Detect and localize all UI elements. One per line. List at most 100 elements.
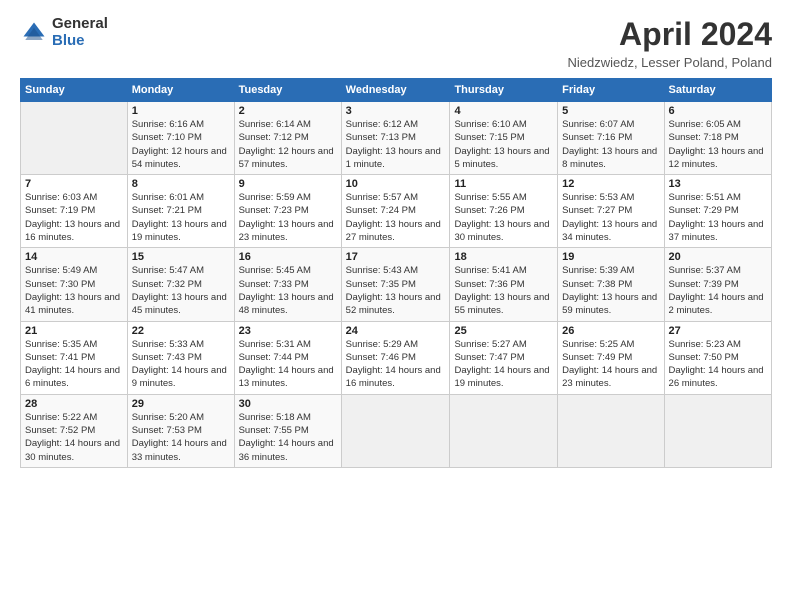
cell-w1-d3: 2 Sunrise: 6:14 AMSunset: 7:12 PMDayligh…: [234, 102, 341, 175]
cell-w2-d2: 8 Sunrise: 6:01 AMSunset: 7:21 PMDayligh…: [127, 175, 234, 248]
cell-w4-d4: 24 Sunrise: 5:29 AMSunset: 7:46 PMDaylig…: [341, 321, 450, 394]
day-info: Sunrise: 5:33 AMSunset: 7:43 PMDaylight:…: [132, 339, 227, 390]
day-info: Sunrise: 5:29 AMSunset: 7:46 PMDaylight:…: [346, 339, 441, 390]
day-info: Sunrise: 5:57 AMSunset: 7:24 PMDaylight:…: [346, 192, 441, 243]
cell-w1-d5: 4 Sunrise: 6:10 AMSunset: 7:15 PMDayligh…: [450, 102, 558, 175]
cell-w3-d3: 16 Sunrise: 5:45 AMSunset: 7:33 PMDaylig…: [234, 248, 341, 321]
day-number: 12: [562, 178, 659, 190]
day-number: 27: [669, 325, 767, 337]
logo-icon: [20, 19, 48, 47]
week-row-5: 28 Sunrise: 5:22 AMSunset: 7:52 PMDaylig…: [21, 394, 772, 467]
cell-w1-d7: 6 Sunrise: 6:05 AMSunset: 7:18 PMDayligh…: [664, 102, 771, 175]
logo-general: General: [52, 16, 108, 33]
day-number: 19: [562, 251, 659, 263]
cell-w5-d6: [558, 394, 664, 467]
logo-text: General Blue: [52, 16, 108, 49]
day-info: Sunrise: 5:23 AMSunset: 7:50 PMDaylight:…: [669, 339, 764, 390]
cell-w2-d3: 9 Sunrise: 5:59 AMSunset: 7:23 PMDayligh…: [234, 175, 341, 248]
day-number: 8: [132, 178, 230, 190]
day-number: 6: [669, 105, 767, 117]
cell-w3-d4: 17 Sunrise: 5:43 AMSunset: 7:35 PMDaylig…: [341, 248, 450, 321]
day-number: 13: [669, 178, 767, 190]
day-number: 30: [239, 398, 337, 410]
header-sunday: Sunday: [21, 79, 128, 102]
day-info: Sunrise: 5:43 AMSunset: 7:35 PMDaylight:…: [346, 265, 441, 316]
cell-w5-d3: 30 Sunrise: 5:18 AMSunset: 7:55 PMDaylig…: [234, 394, 341, 467]
header-monday: Monday: [127, 79, 234, 102]
week-row-4: 21 Sunrise: 5:35 AMSunset: 7:41 PMDaylig…: [21, 321, 772, 394]
day-info: Sunrise: 5:37 AMSunset: 7:39 PMDaylight:…: [669, 265, 764, 316]
header-friday: Friday: [558, 79, 664, 102]
cell-w4-d6: 26 Sunrise: 5:25 AMSunset: 7:49 PMDaylig…: [558, 321, 664, 394]
main-title: April 2024: [567, 16, 772, 53]
day-number: 1: [132, 105, 230, 117]
calendar-table: Sunday Monday Tuesday Wednesday Thursday…: [20, 78, 772, 468]
header: General Blue April 2024 Niedzwiedz, Less…: [20, 16, 772, 70]
cell-w3-d2: 15 Sunrise: 5:47 AMSunset: 7:32 PMDaylig…: [127, 248, 234, 321]
day-info: Sunrise: 5:25 AMSunset: 7:49 PMDaylight:…: [562, 339, 657, 390]
day-number: 16: [239, 251, 337, 263]
logo-blue: Blue: [52, 33, 108, 50]
cell-w4-d1: 21 Sunrise: 5:35 AMSunset: 7:41 PMDaylig…: [21, 321, 128, 394]
cell-w1-d1: [21, 102, 128, 175]
day-info: Sunrise: 6:14 AMSunset: 7:12 PMDaylight:…: [239, 119, 334, 170]
day-info: Sunrise: 5:22 AMSunset: 7:52 PMDaylight:…: [25, 412, 120, 463]
day-info: Sunrise: 5:59 AMSunset: 7:23 PMDaylight:…: [239, 192, 334, 243]
week-row-2: 7 Sunrise: 6:03 AMSunset: 7:19 PMDayligh…: [21, 175, 772, 248]
day-number: 18: [454, 251, 553, 263]
header-tuesday: Tuesday: [234, 79, 341, 102]
day-number: 22: [132, 325, 230, 337]
day-number: 2: [239, 105, 337, 117]
day-number: 25: [454, 325, 553, 337]
day-info: Sunrise: 5:47 AMSunset: 7:32 PMDaylight:…: [132, 265, 227, 316]
calendar-header-row: Sunday Monday Tuesday Wednesday Thursday…: [21, 79, 772, 102]
cell-w4-d3: 23 Sunrise: 5:31 AMSunset: 7:44 PMDaylig…: [234, 321, 341, 394]
cell-w3-d7: 20 Sunrise: 5:37 AMSunset: 7:39 PMDaylig…: [664, 248, 771, 321]
day-info: Sunrise: 5:35 AMSunset: 7:41 PMDaylight:…: [25, 339, 120, 390]
day-info: Sunrise: 6:10 AMSunset: 7:15 PMDaylight:…: [454, 119, 549, 170]
day-number: 29: [132, 398, 230, 410]
day-info: Sunrise: 5:27 AMSunset: 7:47 PMDaylight:…: [454, 339, 549, 390]
day-info: Sunrise: 6:16 AMSunset: 7:10 PMDaylight:…: [132, 119, 227, 170]
cell-w2-d4: 10 Sunrise: 5:57 AMSunset: 7:24 PMDaylig…: [341, 175, 450, 248]
day-number: 26: [562, 325, 659, 337]
cell-w5-d1: 28 Sunrise: 5:22 AMSunset: 7:52 PMDaylig…: [21, 394, 128, 467]
cell-w1-d2: 1 Sunrise: 6:16 AMSunset: 7:10 PMDayligh…: [127, 102, 234, 175]
header-wednesday: Wednesday: [341, 79, 450, 102]
day-number: 5: [562, 105, 659, 117]
cell-w3-d1: 14 Sunrise: 5:49 AMSunset: 7:30 PMDaylig…: [21, 248, 128, 321]
day-number: 3: [346, 105, 446, 117]
subtitle: Niedzwiedz, Lesser Poland, Poland: [567, 55, 772, 70]
day-info: Sunrise: 6:07 AMSunset: 7:16 PMDaylight:…: [562, 119, 657, 170]
day-info: Sunrise: 5:45 AMSunset: 7:33 PMDaylight:…: [239, 265, 334, 316]
day-number: 21: [25, 325, 123, 337]
day-number: 14: [25, 251, 123, 263]
day-info: Sunrise: 6:03 AMSunset: 7:19 PMDaylight:…: [25, 192, 120, 243]
header-saturday: Saturday: [664, 79, 771, 102]
header-thursday: Thursday: [450, 79, 558, 102]
day-info: Sunrise: 5:41 AMSunset: 7:36 PMDaylight:…: [454, 265, 549, 316]
day-info: Sunrise: 5:53 AMSunset: 7:27 PMDaylight:…: [562, 192, 657, 243]
week-row-1: 1 Sunrise: 6:16 AMSunset: 7:10 PMDayligh…: [21, 102, 772, 175]
day-number: 9: [239, 178, 337, 190]
cell-w3-d5: 18 Sunrise: 5:41 AMSunset: 7:36 PMDaylig…: [450, 248, 558, 321]
day-number: 24: [346, 325, 446, 337]
day-number: 17: [346, 251, 446, 263]
cell-w1-d6: 5 Sunrise: 6:07 AMSunset: 7:16 PMDayligh…: [558, 102, 664, 175]
day-info: Sunrise: 5:55 AMSunset: 7:26 PMDaylight:…: [454, 192, 549, 243]
day-number: 10: [346, 178, 446, 190]
cell-w2-d7: 13 Sunrise: 5:51 AMSunset: 7:29 PMDaylig…: [664, 175, 771, 248]
title-block: April 2024 Niedzwiedz, Lesser Poland, Po…: [567, 16, 772, 70]
cell-w1-d4: 3 Sunrise: 6:12 AMSunset: 7:13 PMDayligh…: [341, 102, 450, 175]
day-info: Sunrise: 5:18 AMSunset: 7:55 PMDaylight:…: [239, 412, 334, 463]
day-number: 15: [132, 251, 230, 263]
day-info: Sunrise: 5:51 AMSunset: 7:29 PMDaylight:…: [669, 192, 764, 243]
day-number: 23: [239, 325, 337, 337]
day-info: Sunrise: 6:05 AMSunset: 7:18 PMDaylight:…: [669, 119, 764, 170]
day-info: Sunrise: 6:12 AMSunset: 7:13 PMDaylight:…: [346, 119, 441, 170]
cell-w5-d4: [341, 394, 450, 467]
logo: General Blue: [20, 16, 108, 49]
day-info: Sunrise: 5:31 AMSunset: 7:44 PMDaylight:…: [239, 339, 334, 390]
cell-w2-d5: 11 Sunrise: 5:55 AMSunset: 7:26 PMDaylig…: [450, 175, 558, 248]
day-info: Sunrise: 5:20 AMSunset: 7:53 PMDaylight:…: [132, 412, 227, 463]
